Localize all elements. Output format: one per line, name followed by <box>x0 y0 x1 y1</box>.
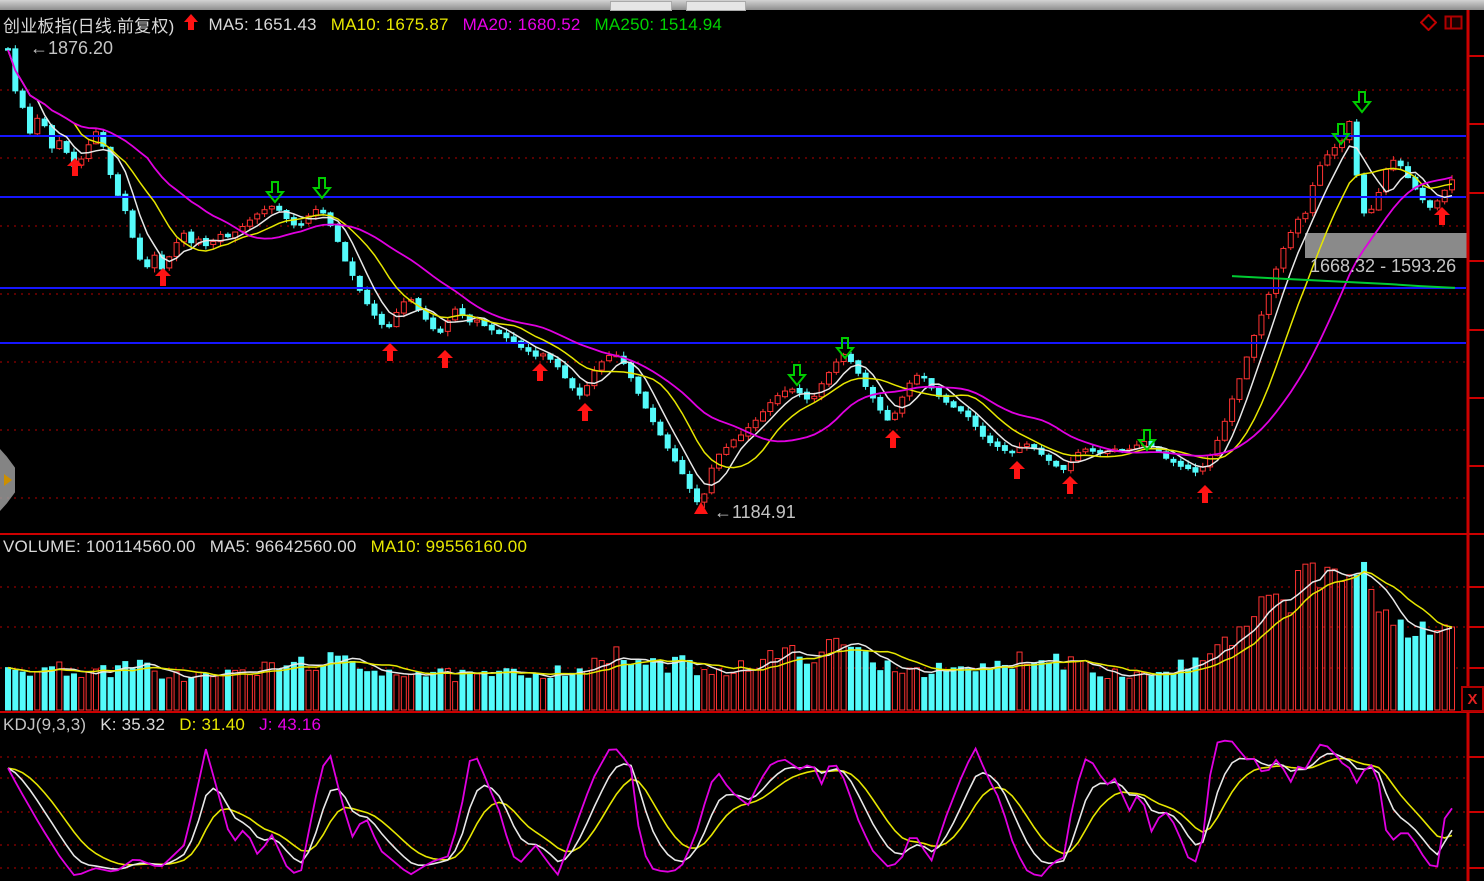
volume-ma10-value: MA10: 99556160.00 <box>371 537 528 557</box>
volume-panel-header: VOLUME: 100114560.00 MA5: 96642560.00 MA… <box>3 537 527 557</box>
volume-value: VOLUME: 100114560.00 <box>3 537 196 557</box>
window-layout-icon[interactable] <box>1444 15 1463 36</box>
diamond-marker-icon[interactable] <box>1420 14 1437 36</box>
chart-canvas[interactable]: ←1876.20 ←1184.91 1668.32 - 1593.26 <box>0 0 1484 881</box>
ma250-value: MA250: 1514.94 <box>595 15 723 35</box>
trading-app-window: ←1876.20 ←1184.91 1668.32 - 1593.26 创业板指(日… <box>0 0 1484 881</box>
trend-up-icon <box>184 14 198 35</box>
ma10-value: MA10: 1675.87 <box>331 15 449 35</box>
svg-text:←1876.20: ←1876.20 <box>30 38 113 58</box>
toolbar-strip <box>0 0 1484 10</box>
kdj-title: KDJ(9,3,3) <box>3 715 86 735</box>
chart-title: 创业板指(日线.前复权) <box>3 12 174 37</box>
expand-right-icon <box>4 474 12 486</box>
kdj-j-value: J: 43.16 <box>259 715 321 735</box>
svg-text:←1184.91: ←1184.91 <box>714 502 796 522</box>
kdj-d-value: D: 31.40 <box>179 715 245 735</box>
svg-text:1668.32 - 1593.26: 1668.32 - 1593.26 <box>1310 256 1456 276</box>
ma20-value: MA20: 1680.52 <box>463 15 581 35</box>
main-chart-header: 创业板指(日线.前复权) MA5: 1651.43 MA10: 1675.87 … <box>3 12 722 37</box>
toolbar-button[interactable] <box>610 1 672 11</box>
ma5-value: MA5: 1651.43 <box>208 15 316 35</box>
kdj-k-value: K: 35.32 <box>100 715 165 735</box>
close-indicator-button[interactable]: X <box>1461 686 1484 712</box>
kdj-panel-header: KDJ(9,3,3) K: 35.32 D: 31.40 J: 43.16 <box>3 715 321 735</box>
toolbar-button[interactable] <box>686 1 746 11</box>
volume-ma5-value: MA5: 96642560.00 <box>210 537 357 557</box>
